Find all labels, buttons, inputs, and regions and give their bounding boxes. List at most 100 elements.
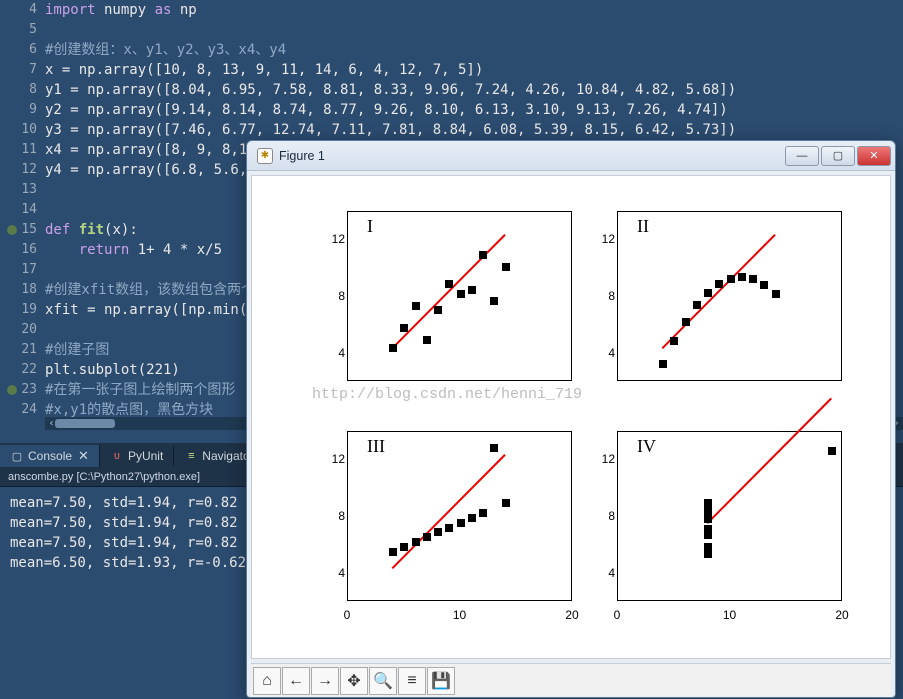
y-tick-label: 4 <box>320 566 345 580</box>
data-point <box>715 280 723 288</box>
config-icon[interactable]: ≡ <box>398 667 426 695</box>
pyunit-icon: υ <box>110 449 124 463</box>
data-point <box>704 504 712 512</box>
x-tick-label: 10 <box>453 608 466 622</box>
data-point <box>389 548 397 556</box>
x-tick-label: 0 <box>614 608 621 622</box>
data-point <box>412 538 420 546</box>
y-tick-label: 4 <box>320 346 345 360</box>
data-point <box>828 447 836 455</box>
code-text: x = np.array([10, 8, 13, 9, 11, 14, 6, 4… <box>45 60 903 80</box>
line-number: 19 <box>0 300 45 320</box>
line-number: 6 <box>0 40 45 60</box>
fit-line <box>392 234 506 349</box>
home-icon[interactable]: ⌂ <box>253 667 281 695</box>
figure-window[interactable]: ✱ Figure 1 — ▢ ✕ http://blog.csdn.net/he… <box>246 140 896 698</box>
code-line[interactable]: 4import numpy as np <box>0 0 903 20</box>
subplot-title: I <box>367 216 373 237</box>
line-number: 20 <box>0 320 45 340</box>
data-point <box>738 273 746 281</box>
line-number: 22 <box>0 360 45 380</box>
data-point <box>412 302 420 310</box>
fit-line <box>707 397 832 523</box>
y-tick-label: 8 <box>320 509 345 523</box>
zoom-icon[interactable]: 🔍 <box>369 667 397 695</box>
data-point <box>423 533 431 541</box>
scrollbar-thumb[interactable] <box>55 419 115 428</box>
data-point <box>445 280 453 288</box>
subplot-title: III <box>367 436 385 457</box>
line-number: 11 <box>0 140 45 160</box>
y-tick-label: 8 <box>590 289 615 303</box>
data-point <box>400 324 408 332</box>
close-icon[interactable]: ✕ <box>78 448 89 464</box>
data-point <box>423 336 431 344</box>
data-point <box>490 297 498 305</box>
data-point <box>670 337 678 345</box>
x-tick-label: 0 <box>344 608 351 622</box>
y-tick-label: 8 <box>590 509 615 523</box>
data-point <box>468 514 476 522</box>
code-line[interactable]: 10y3 = np.array([7.46, 6.77, 12.74, 7.11… <box>0 120 903 140</box>
axes <box>347 211 572 381</box>
code-line[interactable]: 9y2 = np.array([9.14, 8.14, 8.74, 8.77, … <box>0 100 903 120</box>
breakpoint-icon[interactable] <box>7 385 17 395</box>
fit-line <box>392 454 506 569</box>
code-text: import numpy as np <box>45 0 903 20</box>
line-number: 24 <box>0 400 45 420</box>
fit-line <box>662 234 776 349</box>
minimize-button[interactable]: — <box>785 146 819 166</box>
pan-icon[interactable]: ✥ <box>340 667 368 695</box>
line-number: 18 <box>0 280 45 300</box>
subplot-2: 4812II <box>582 206 852 406</box>
axes <box>617 211 842 381</box>
figure-titlebar[interactable]: ✱ Figure 1 — ▢ ✕ <box>247 141 895 171</box>
figure-app-icon: ✱ <box>257 148 273 164</box>
data-point <box>434 306 442 314</box>
line-number: 17 <box>0 260 45 280</box>
code-text: y1 = np.array([8.04, 6.95, 7.58, 8.81, 8… <box>45 80 903 100</box>
y-tick-label: 12 <box>320 452 345 466</box>
line-number: 4 <box>0 0 45 20</box>
line-number: 23 <box>0 380 45 400</box>
breakpoint-icon[interactable] <box>7 225 17 235</box>
data-point <box>479 509 487 517</box>
tab-pyunit[interactable]: υ PyUnit <box>100 446 174 466</box>
tab-label: PyUnit <box>128 449 163 463</box>
tab-label: Navigato <box>202 449 249 463</box>
code-line[interactable]: 6#创建数组：x、y1、y2、y3、x4、y4 <box>0 40 903 60</box>
x-tick-label: 10 <box>723 608 736 622</box>
line-number: 7 <box>0 60 45 80</box>
console-script-path: anscombe.py [C:\Python27\python.exe] <box>8 471 200 483</box>
forward-icon[interactable]: → <box>311 667 339 695</box>
code-text <box>45 20 903 40</box>
data-point <box>760 281 768 289</box>
data-point <box>445 524 453 532</box>
subplot-4: 481201020IV <box>582 426 852 626</box>
x-tick-label: 20 <box>565 608 578 622</box>
line-number: 12 <box>0 160 45 180</box>
y-tick-label: 12 <box>320 232 345 246</box>
back-icon[interactable]: ← <box>282 667 310 695</box>
data-point <box>704 546 712 554</box>
maximize-button[interactable]: ▢ <box>821 146 855 166</box>
navigator-icon: ≡ <box>184 449 198 463</box>
data-point <box>479 251 487 259</box>
data-point <box>457 290 465 298</box>
line-number: 9 <box>0 100 45 120</box>
line-number: 21 <box>0 340 45 360</box>
y-tick-label: 12 <box>590 232 615 246</box>
data-point <box>389 344 397 352</box>
code-line[interactable]: 7x = np.array([10, 8, 13, 9, 11, 14, 6, … <box>0 60 903 80</box>
code-line[interactable]: 8y1 = np.array([8.04, 6.95, 7.58, 8.81, … <box>0 80 903 100</box>
save-icon[interactable]: 💾 <box>427 667 455 695</box>
data-point <box>749 275 757 283</box>
figure-canvas[interactable]: http://blog.csdn.net/henni_719 4812I 481… <box>251 175 891 659</box>
data-point <box>502 263 510 271</box>
code-line[interactable]: 5 <box>0 20 903 40</box>
y-tick-label: 8 <box>320 289 345 303</box>
close-button[interactable]: ✕ <box>857 146 891 166</box>
x-tick-label: 20 <box>835 608 848 622</box>
tab-console[interactable]: ▢ Console ✕ <box>0 445 100 467</box>
line-number: 16 <box>0 240 45 260</box>
